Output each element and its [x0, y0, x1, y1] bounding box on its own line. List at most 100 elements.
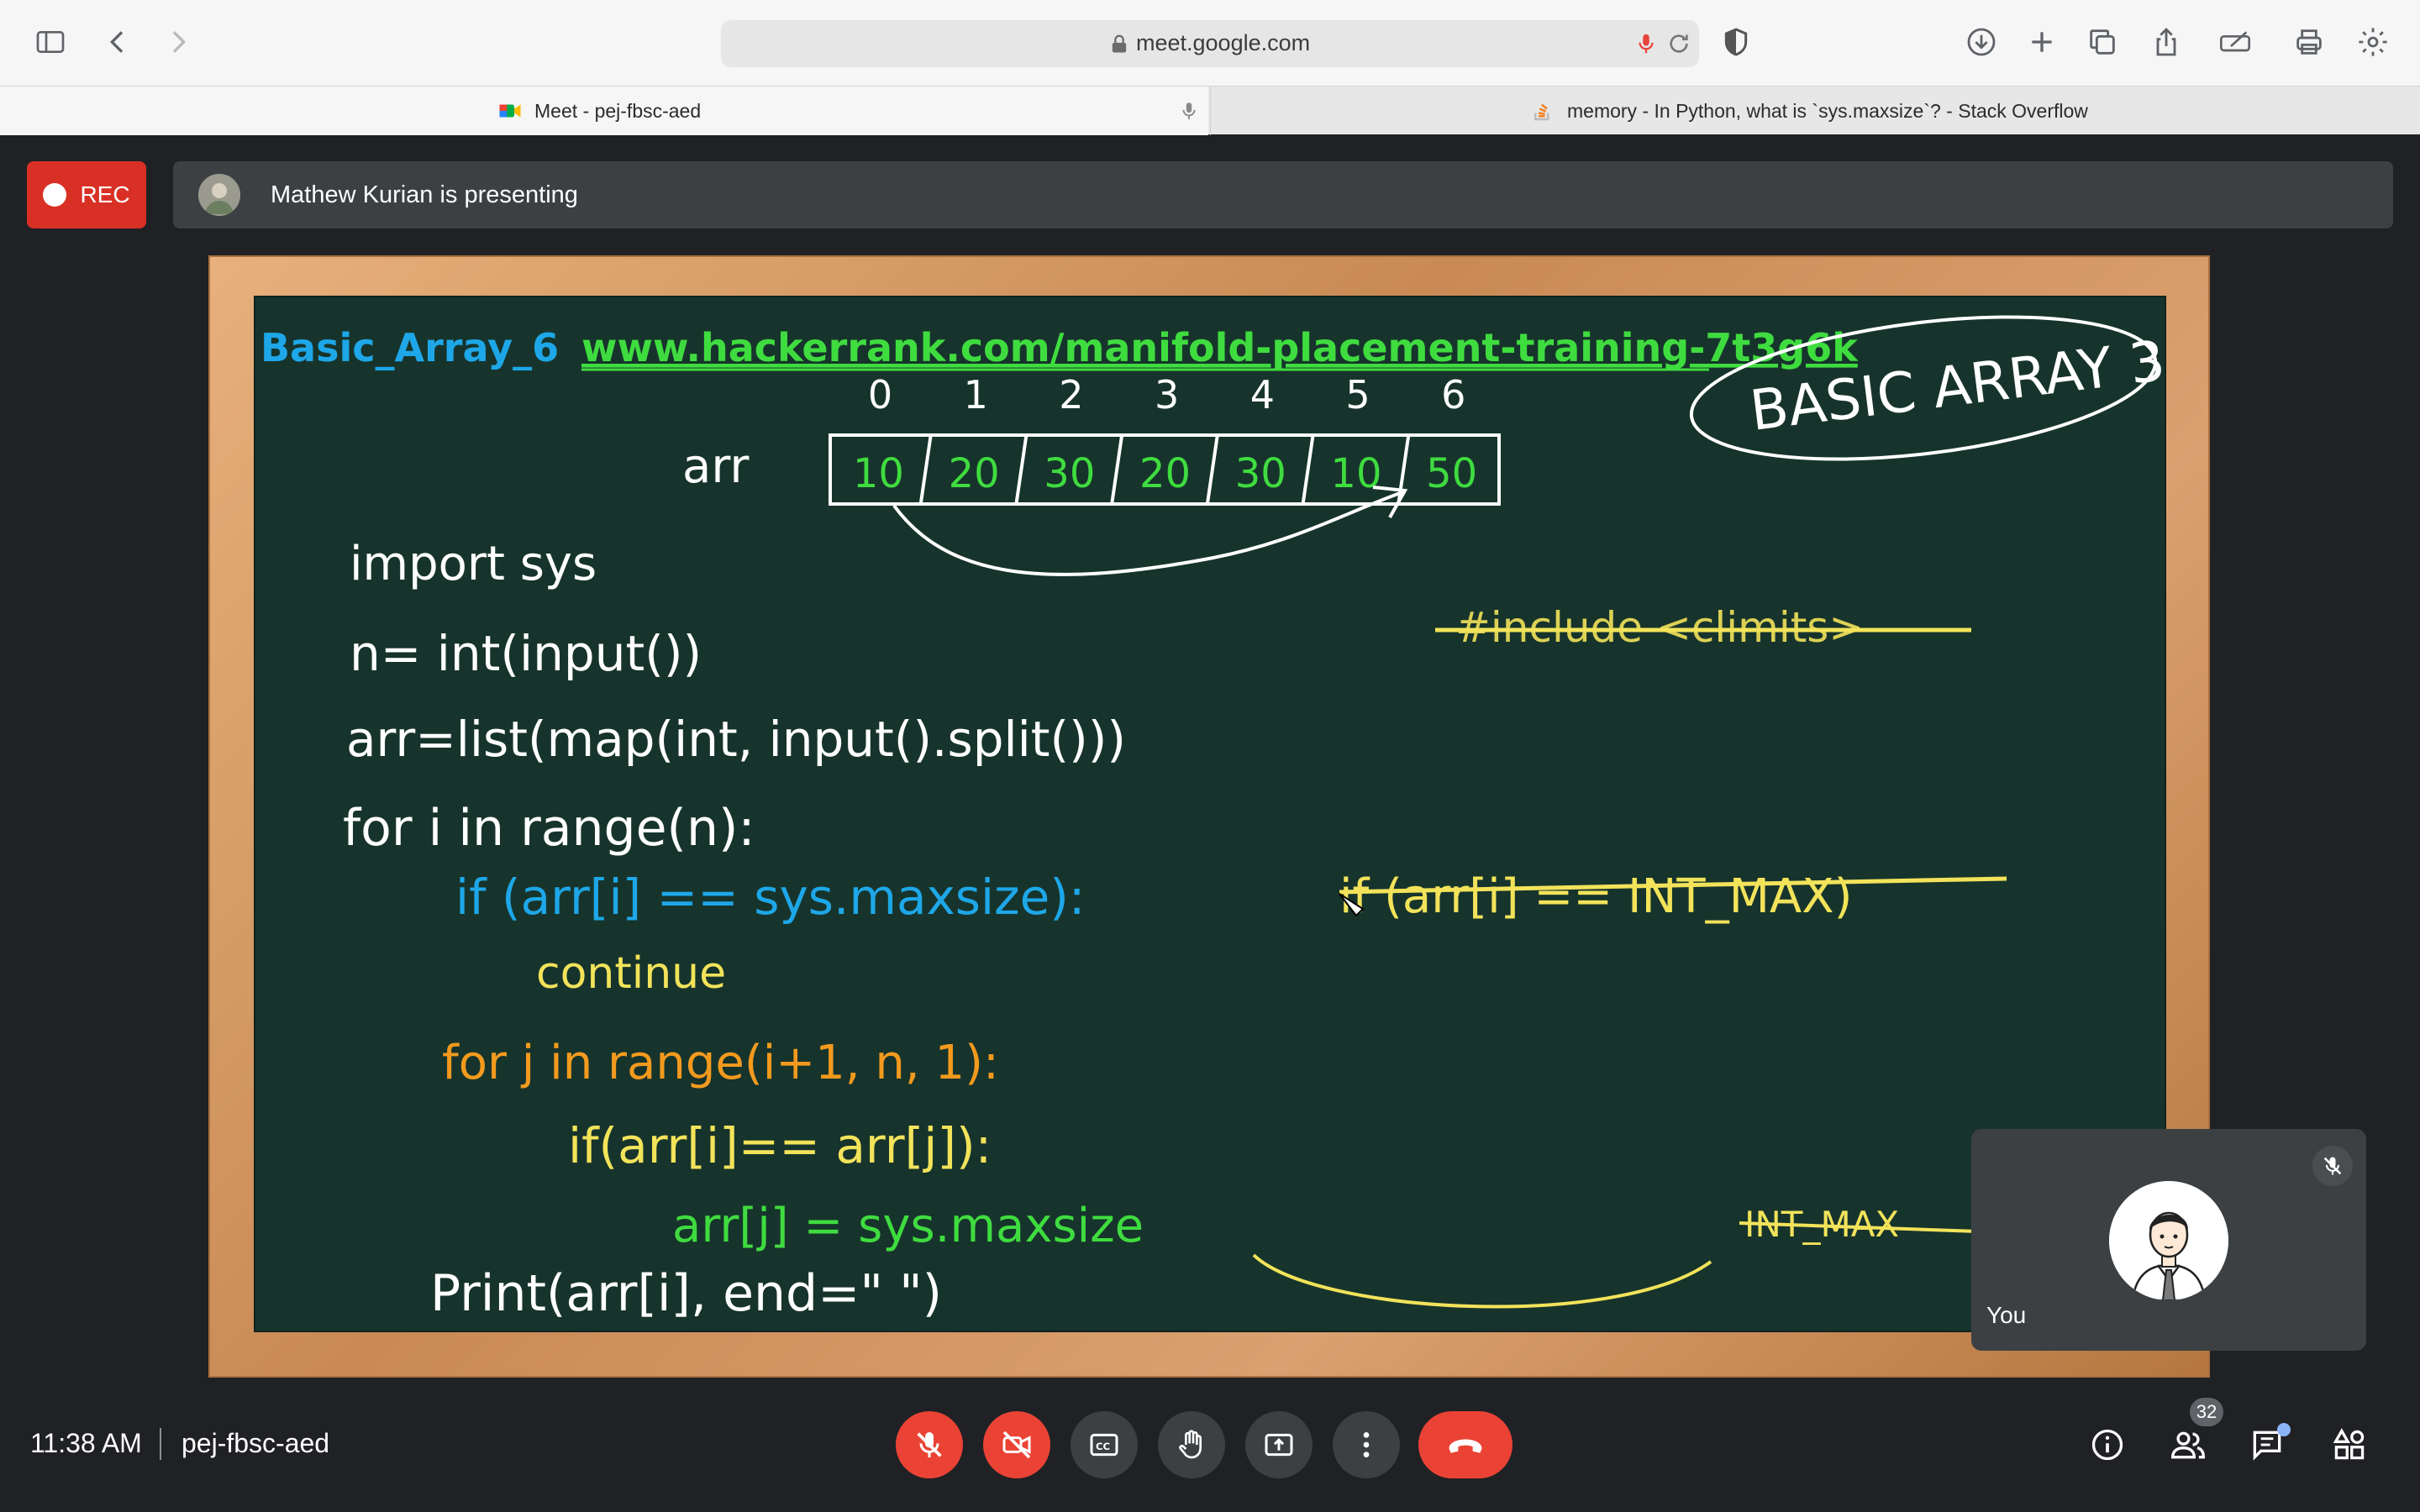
array-cell-value: 30	[1235, 450, 1286, 497]
tab-stackoverflow[interactable]: memory - In Python, what is `sys.maxsize…	[1210, 87, 2420, 135]
tab-bar: Meet - pej-fbsc-aed memory - In Python, …	[0, 86, 2420, 135]
reload-icon[interactable]	[1665, 30, 1692, 57]
raise-hand-button[interactable]	[1158, 1411, 1225, 1478]
chalkboard: Basic_Array_6 www.hackerrank.com/manifol…	[254, 296, 2168, 1332]
array-cell-divider	[1014, 434, 1028, 505]
forward-icon[interactable]	[155, 18, 202, 66]
code-line-9: arr[j] = sys.maxsize	[672, 1199, 1144, 1253]
array-index: 1	[964, 372, 988, 417]
slide-link[interactable]: www.hackerrank.com/manifold-placement-tr…	[581, 325, 1859, 370]
array-cell-value: 10	[853, 450, 904, 497]
download-icon[interactable]	[1958, 18, 2005, 66]
arr-label: arr	[682, 439, 750, 494]
microphone-icon[interactable]	[1634, 30, 1659, 57]
present-screen-button[interactable]	[1245, 1411, 1313, 1478]
browser-toolbar: meet.google.com	[0, 0, 2420, 86]
array-cell-value: 20	[949, 450, 1000, 497]
underline-curve	[1252, 1253, 1712, 1309]
lock-icon	[1112, 34, 1127, 53]
participants-count-badge: 32	[2190, 1398, 2223, 1426]
svg-text:CC: CC	[1096, 1441, 1110, 1452]
captions-button[interactable]: CC	[1071, 1411, 1138, 1478]
settings-gear-icon[interactable]	[2349, 18, 2396, 66]
tab-title: memory - In Python, what is `sys.maxsize…	[1567, 99, 2088, 122]
array-cell-value: 10	[1330, 450, 1381, 497]
more-vert-icon	[1363, 1432, 1370, 1457]
more-options-button[interactable]	[1333, 1411, 1400, 1478]
side-note-climits: #include <climits>	[1455, 603, 1864, 652]
array-index: 5	[1345, 372, 1370, 417]
shared-screen: Basic_Array_6 www.hackerrank.com/manifol…	[208, 255, 2210, 1378]
print-icon[interactable]	[2286, 18, 2333, 66]
back-icon[interactable]	[94, 18, 141, 66]
tab-title: Meet - pej-fbsc-aed	[534, 99, 702, 122]
array-cells: 10 20 30 20 30 10 50	[853, 434, 1477, 505]
stackoverflow-icon	[1534, 103, 1549, 121]
presenter-banner: Mathew Kurian is presenting	[173, 161, 2393, 228]
mic-off-icon	[917, 1432, 942, 1457]
recording-indicator[interactable]: REC	[27, 161, 146, 228]
presenter-text: Mathew Kurian is presenting	[271, 181, 578, 208]
sidebar-toggle-icon[interactable]	[27, 18, 74, 66]
code-line-1: import sys	[350, 537, 597, 591]
slide-heading: Basic_Array_6	[260, 325, 559, 370]
camera-toggle-button[interactable]	[983, 1411, 1050, 1478]
code-line-4: for i in range(n):	[343, 799, 755, 858]
array-cell-value: 50	[1426, 450, 1477, 497]
recording-dot-icon	[43, 183, 67, 207]
array-index: 2	[1059, 372, 1083, 417]
info-divider	[160, 1428, 161, 1460]
avatar	[2109, 1181, 2228, 1300]
people-icon	[2171, 1431, 2205, 1459]
array-index: 0	[868, 372, 892, 417]
self-label: You	[1986, 1302, 2027, 1328]
info-icon	[2091, 1429, 2123, 1461]
array-cell-value: 30	[1044, 450, 1095, 497]
captions-icon: CC	[1090, 1433, 1118, 1457]
self-video-tile[interactable]: You	[1971, 1129, 2366, 1351]
meeting-code: pej-fbsc-aed	[182, 1428, 330, 1458]
code-line-8: if(arr[i]== arr[j]):	[568, 1117, 992, 1174]
leave-call-button[interactable]	[1418, 1411, 1512, 1478]
array-index: 4	[1250, 372, 1275, 417]
array-cell-divider	[1301, 434, 1315, 505]
tab-microphone-icon[interactable]	[1178, 98, 1200, 123]
microphone-toggle-button[interactable]	[896, 1411, 963, 1478]
code-line-5: if (arr[i] == sys.maxsize):	[455, 869, 1085, 926]
annotate-icon[interactable]	[2212, 18, 2259, 66]
array-cell-divider	[918, 434, 933, 505]
presenter-avatar	[198, 174, 240, 216]
camera-off-icon	[1002, 1431, 1031, 1459]
url-text: meet.google.com	[1136, 30, 1311, 55]
array-index: 3	[1155, 372, 1179, 417]
side-note-int-max-check: if (arr[i] == INT_MAX)	[1339, 869, 1852, 924]
rec-label: REC	[80, 181, 130, 207]
mic-off-icon	[2312, 1146, 2353, 1186]
array-index: 6	[1441, 372, 1465, 417]
activities-button[interactable]	[2324, 1420, 2375, 1470]
code-line-2: n= int(input())	[350, 625, 702, 682]
raise-hand-icon	[1179, 1430, 1202, 1459]
array-cell-divider	[1110, 434, 1124, 505]
tab-overview-icon[interactable]	[2079, 18, 2126, 66]
share-icon[interactable]	[2143, 18, 2190, 66]
meet-icon	[499, 104, 521, 118]
code-line-10: Print(arr[i], end=" ")	[430, 1264, 942, 1323]
end-call-icon	[1449, 1439, 1482, 1453]
meeting-details-button[interactable]	[2082, 1420, 2133, 1470]
people-button[interactable]	[2163, 1420, 2213, 1470]
array-cell-divider	[1205, 434, 1219, 505]
meeting-time: 11:38 AM	[30, 1428, 142, 1458]
new-tab-icon[interactable]	[2018, 18, 2065, 66]
array-indices: 0 1 2 3 4 5 6	[868, 372, 1466, 417]
tab-meet[interactable]: Meet - pej-fbsc-aed	[0, 87, 1208, 135]
present-icon	[1265, 1433, 1293, 1457]
code-line-6: continue	[536, 948, 726, 999]
code-line-3: arr=list(map(int, input().split()))	[346, 711, 1126, 768]
chat-notification-dot	[2277, 1423, 2291, 1436]
code-line-7: for j in range(i+1, n, 1):	[442, 1036, 999, 1090]
array-cell-value: 20	[1139, 450, 1191, 497]
address-bar[interactable]: meet.google.com	[721, 20, 1699, 67]
privacy-shield-icon[interactable]	[1712, 18, 1760, 66]
activities-icon	[2333, 1428, 2365, 1460]
